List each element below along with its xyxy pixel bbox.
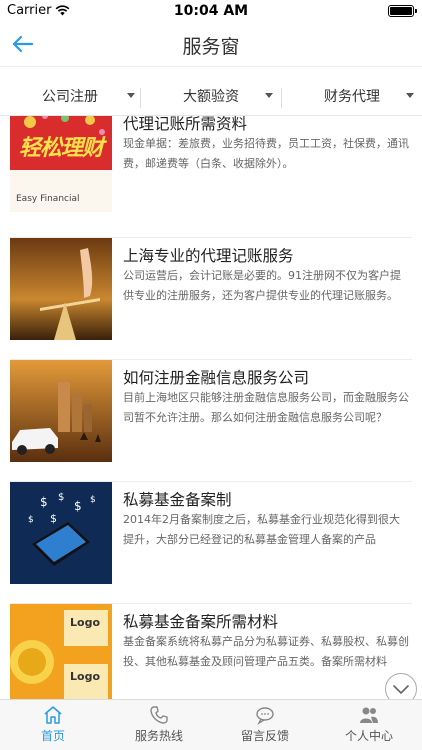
article-title[interactable]: 代理记账所需资料 [123, 116, 413, 134]
dropdown-caret-icon [127, 93, 135, 98]
article-title[interactable]: 如何注册金融信息服务公司 [123, 366, 413, 388]
status-time: 10:04 AM [173, 3, 249, 19]
thumb-caption: 轻松理财 [18, 136, 104, 161]
article-thumbnail: Logo Logo [10, 604, 112, 699]
thumb-logo-text: Logo [70, 616, 100, 629]
article-summary: 现金单据：差旅费，业务招待费，员工工资，社保费，通讯费，邮递费等（白条、收据除外… [123, 137, 409, 170]
thumb-logo-text: Logo [70, 670, 100, 683]
page-title: 服务窗 [182, 36, 240, 58]
article-title[interactable]: 私募基金备案所需材料 [123, 610, 413, 632]
article-summary: 2014年2月备案制度之后，私募基金行业规范化得到很大提升，大部分已经登记的私募… [123, 513, 400, 546]
tab-home[interactable]: 首页 [0, 700, 106, 750]
article-item[interactable]: 上海专业的代理记账服务 公司运营后，会计记账是必要的。91注册网不仅为客户提供专… [0, 238, 422, 360]
svg-text:$: $ [40, 495, 48, 509]
status-bar: Carrier 10:04 AM [0, 0, 422, 22]
tab-label: 首页 [40, 729, 65, 743]
article-summary: 基金备案系统将私募产品分为私募证券、私募股权、私募创投、其他私募基金及顾问管理产… [123, 635, 409, 668]
chat-bubble-icon [256, 707, 274, 725]
battery-icon [388, 5, 417, 17]
svg-text:$: $ [28, 515, 34, 525]
dropdown-caret-icon [265, 93, 273, 98]
nav-bar: 服务窗 [0, 22, 422, 66]
user-group-icon [360, 707, 378, 723]
filter-label: 财务代理 [324, 89, 380, 105]
svg-text:$: $ [58, 492, 64, 503]
filter-finance-agency[interactable]: 财务代理 [282, 67, 422, 117]
home-icon [44, 706, 62, 724]
filter-label: 公司注册 [42, 89, 98, 105]
article-item[interactable]: Logo Logo 私募基金备案所需材料 基金备案系统将私募产品分为私募证券、私… [0, 604, 422, 699]
phone-icon [150, 706, 168, 724]
article-summary: 目前上海地区只能够注册金融信息服务公司，而金融服务公司暂不允许注册。那么如何注册… [123, 391, 409, 424]
article-list[interactable]: 轻松理财 Easy Financial 代理记账所需资料 现金单据：差旅费，业务… [0, 116, 422, 699]
filter-label: 大额验资 [183, 89, 239, 105]
article-thumbnail: $ $ $ $ $ $ [10, 482, 112, 584]
filter-company-registration[interactable]: 公司注册 [0, 67, 140, 117]
filter-bar: 公司注册 大额验资 财务代理 [0, 66, 422, 116]
tab-label: 服务热线 [134, 729, 183, 743]
article-title[interactable]: 私募基金备案制 [123, 488, 413, 510]
article-title[interactable]: 上海专业的代理记账服务 [123, 244, 413, 266]
article-item[interactable]: $ $ $ $ $ $ 私募基金备案制 2014年2月备案制度之后，私募基金行业… [0, 482, 422, 604]
tab-profile[interactable]: 个人中心 [316, 700, 422, 750]
filter-capital-verification[interactable]: 大额验资 [141, 67, 281, 117]
tab-feedback[interactable]: 留言反馈 [212, 700, 318, 750]
article-thumbnail [10, 238, 112, 340]
tab-label: 个人中心 [344, 729, 393, 743]
article-item[interactable]: 轻松理财 Easy Financial 代理记账所需资料 现金单据：差旅费，业务… [0, 116, 422, 238]
tab-label: 留言反馈 [240, 729, 289, 743]
svg-text:$: $ [90, 495, 96, 505]
tab-hotline[interactable]: 服务热线 [106, 700, 212, 750]
thumb-caption-small: Easy Financial [16, 194, 80, 204]
svg-text:$: $ [50, 512, 57, 525]
tab-bar: 首页 服务热线 留言反馈 个人中心 [0, 699, 422, 750]
article-summary: 公司运营后，会计记账是必要的。91注册网不仅为客户提供专业的注册服务，还为客户提… [123, 269, 401, 302]
svg-text:$: $ [74, 499, 82, 513]
article-item[interactable]: 如何注册金融信息服务公司 目前上海地区只能够注册金融信息服务公司，而金融服务公司… [0, 360, 422, 482]
article-thumbnail [10, 360, 112, 462]
article-thumbnail: 轻松理财 Easy Financial [10, 116, 112, 212]
dropdown-caret-icon [406, 93, 414, 98]
